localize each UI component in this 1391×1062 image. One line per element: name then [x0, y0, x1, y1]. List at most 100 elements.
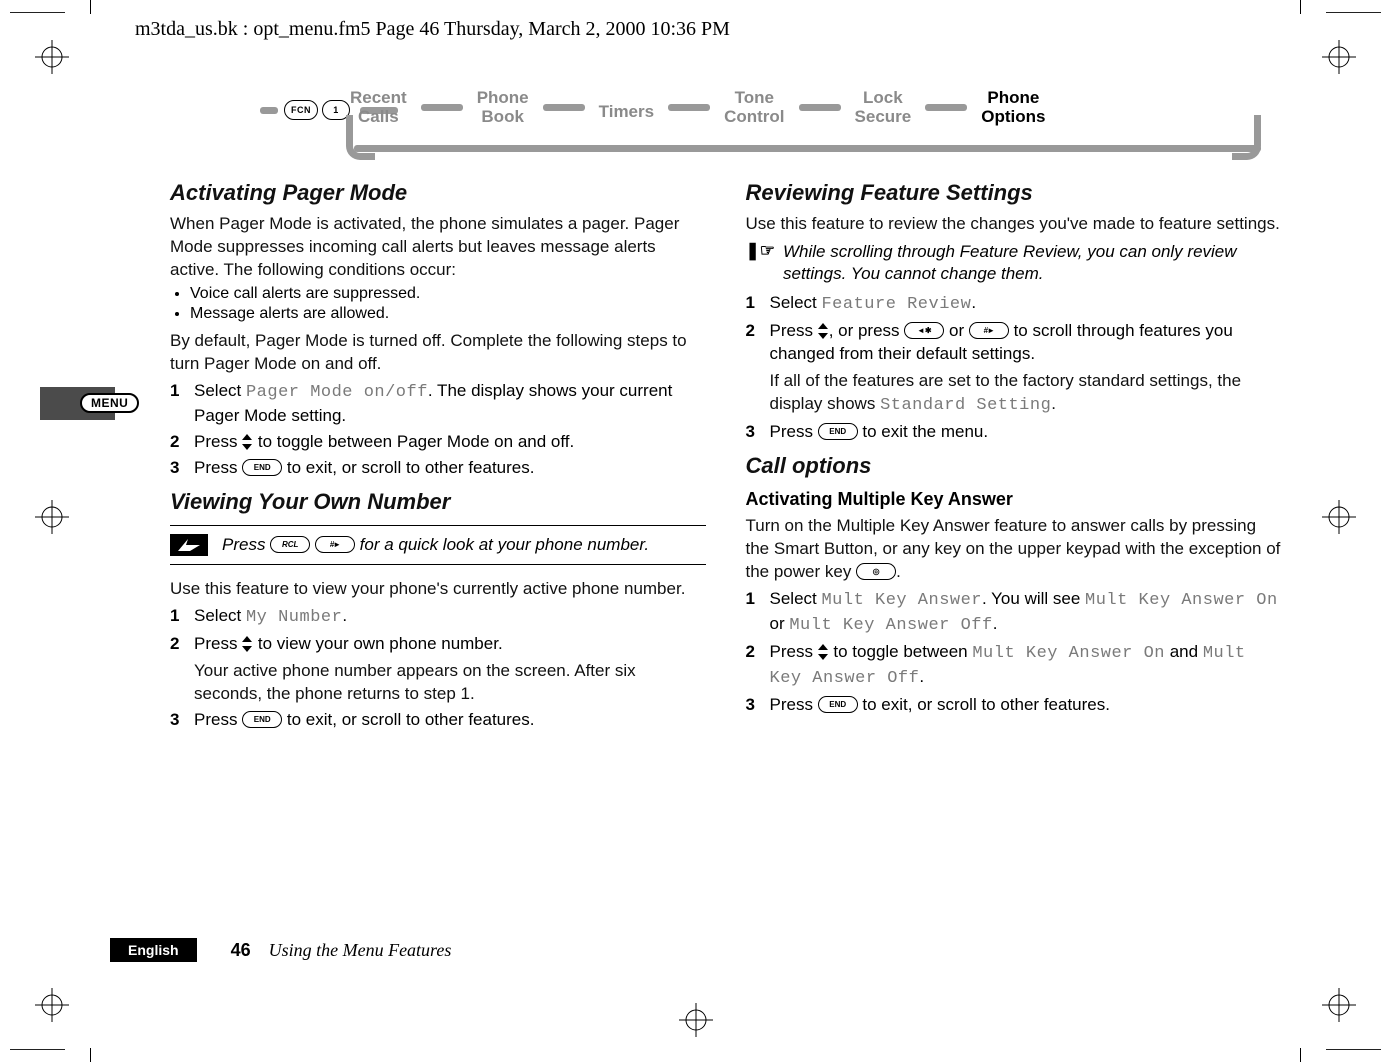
menu-side-tab: MENU — [40, 387, 115, 420]
nav-connector — [260, 107, 278, 114]
step-text: or — [944, 321, 969, 340]
step-text: Press — [194, 458, 242, 477]
nav-item-tone-control: ToneControl — [724, 88, 784, 126]
registration-mark-icon — [679, 1003, 713, 1042]
step-text: to exit, or scroll to other features. — [282, 710, 534, 729]
step-text: to exit the menu. — [858, 422, 988, 441]
nav-connector — [421, 104, 463, 111]
crop-mark — [1326, 1049, 1381, 1050]
registration-mark-icon — [35, 40, 69, 74]
step-note: Your active phone number appears on the … — [194, 659, 706, 705]
scroll-key-icon — [242, 434, 253, 450]
step-text: to exit, or scroll to other features. — [282, 458, 534, 477]
key-hash-right-icon — [315, 536, 355, 553]
key-rcl-icon: RCL — [270, 536, 310, 553]
paragraph: By default, Pager Mode is turned off. Co… — [170, 329, 706, 375]
nav-item-phone-book: PhoneBook — [477, 88, 529, 126]
crop-mark — [10, 12, 65, 13]
registration-mark-icon — [35, 988, 69, 1022]
crop-mark — [90, 0, 91, 14]
step-text: and — [1165, 642, 1203, 661]
step: 1 Select Feature Review. — [746, 291, 1282, 316]
page-number: 46 — [231, 940, 251, 961]
step: 3 Press END to exit, or scroll to other … — [170, 708, 706, 731]
step-text: . — [971, 293, 976, 312]
nav-return-line — [346, 137, 1261, 157]
step-text: . — [342, 606, 347, 625]
step: 1 Select My Number. — [170, 604, 706, 629]
step: 1 Select Pager Mode on/off. The display … — [170, 379, 706, 427]
nav-connector — [925, 104, 967, 111]
note-text: While scrolling through Feature Review, … — [783, 241, 1281, 285]
display-text: Mult Key Answer On — [1085, 591, 1278, 610]
step-text: Press — [770, 321, 818, 340]
step: 2 Press to view your own phone number. Y… — [170, 632, 706, 705]
language-chip: English — [110, 938, 197, 962]
step-text: Press — [194, 634, 242, 653]
bullet: Voice call alerts are suppressed. — [190, 285, 706, 303]
display-text: Standard Setting — [880, 396, 1051, 415]
bullet: Message alerts are allowed. — [190, 305, 706, 323]
scroll-key-icon — [818, 323, 829, 339]
display-text: My Number — [246, 608, 342, 627]
step-text: Press — [770, 642, 818, 661]
key-hash-right-icon — [969, 322, 1009, 339]
registration-mark-icon — [1322, 500, 1356, 534]
key-fcn-icon: FCN — [284, 100, 318, 120]
nav-item-timers: Timers — [599, 93, 654, 121]
step-text: , or press — [829, 321, 905, 340]
step-text: Press — [770, 695, 818, 714]
note-hand-icon: ❚☞ — [746, 241, 775, 261]
footer-title: Using the Menu Features — [269, 940, 452, 961]
menu-side-tab-label: MENU — [80, 393, 139, 413]
heading-viewing-own-number: Viewing Your Own Number — [170, 489, 706, 515]
step-note: If all of the features are set to the fa… — [770, 369, 1282, 417]
step: 3 Press END to exit, or scroll to other … — [746, 693, 1282, 716]
step: 3 Press END to exit, or scroll to other … — [170, 456, 706, 479]
tip-icon — [170, 534, 208, 556]
step: 1 Select Mult Key Answer. You will see M… — [746, 587, 1282, 637]
page: m3tda_us.bk : opt_menu.fm5 Page 46 Thurs… — [0, 0, 1391, 1062]
page-footer: English 46 Using the Menu Features — [110, 938, 451, 962]
step-text: . — [919, 667, 924, 686]
registration-mark-icon — [1322, 40, 1356, 74]
display-text: Mult Key Answer On — [972, 644, 1165, 663]
step: 3 Press END to exit the menu. — [746, 420, 1282, 443]
step-text: Select — [194, 606, 246, 625]
display-text: Mult Key Answer Off — [789, 616, 992, 635]
display-text: Pager Mode on/off — [246, 383, 428, 402]
step-text: Select — [770, 293, 822, 312]
key-end-icon: END — [818, 696, 858, 713]
menu-breadcrumb: FCN 1 RecentCalls PhoneBook Timers ToneC… — [260, 92, 1261, 162]
registration-mark-icon — [1322, 988, 1356, 1022]
step-text: Press — [194, 432, 242, 451]
crop-mark — [10, 1049, 65, 1050]
step-text: to exit, or scroll to other features. — [858, 695, 1110, 714]
heading-call-options: Call options — [746, 453, 1282, 479]
step-text: to toggle between Pager Mode on and off. — [253, 432, 574, 451]
nav-connector — [543, 104, 585, 111]
nav-item-phone-options: PhoneOptions — [981, 88, 1045, 126]
tip-text: Press — [222, 535, 270, 554]
scroll-key-icon — [242, 636, 253, 652]
tip-text: for a quick look at your phone number. — [355, 535, 649, 554]
heading-activating-pager-mode: Activating Pager Mode — [170, 180, 706, 206]
display-text: Mult Key Answer — [821, 591, 982, 610]
step: 2 Press , or press or to scroll through … — [746, 319, 1282, 417]
nav-item-lock-secure: LockSecure — [855, 88, 912, 126]
left-column: Activating Pager Mode When Pager Mode is… — [170, 170, 706, 737]
step-text: Press — [194, 710, 242, 729]
key-end-icon: END — [242, 459, 282, 476]
paragraph: Use this feature to view your phone's cu… — [170, 577, 706, 600]
key-end-icon: END — [818, 423, 858, 440]
registration-mark-icon — [35, 500, 69, 534]
header-path: m3tda_us.bk : opt_menu.fm5 Page 46 Thurs… — [135, 18, 730, 41]
crop-mark — [1300, 1048, 1301, 1062]
step-text: Select — [770, 589, 822, 608]
crop-mark — [1300, 0, 1301, 14]
note: ❚☞ While scrolling through Feature Revie… — [746, 241, 1282, 285]
paragraph: Use this feature to review the changes y… — [746, 212, 1282, 235]
nav-connector — [799, 104, 841, 111]
key-power-icon — [856, 563, 896, 580]
step-text: Press — [770, 422, 818, 441]
